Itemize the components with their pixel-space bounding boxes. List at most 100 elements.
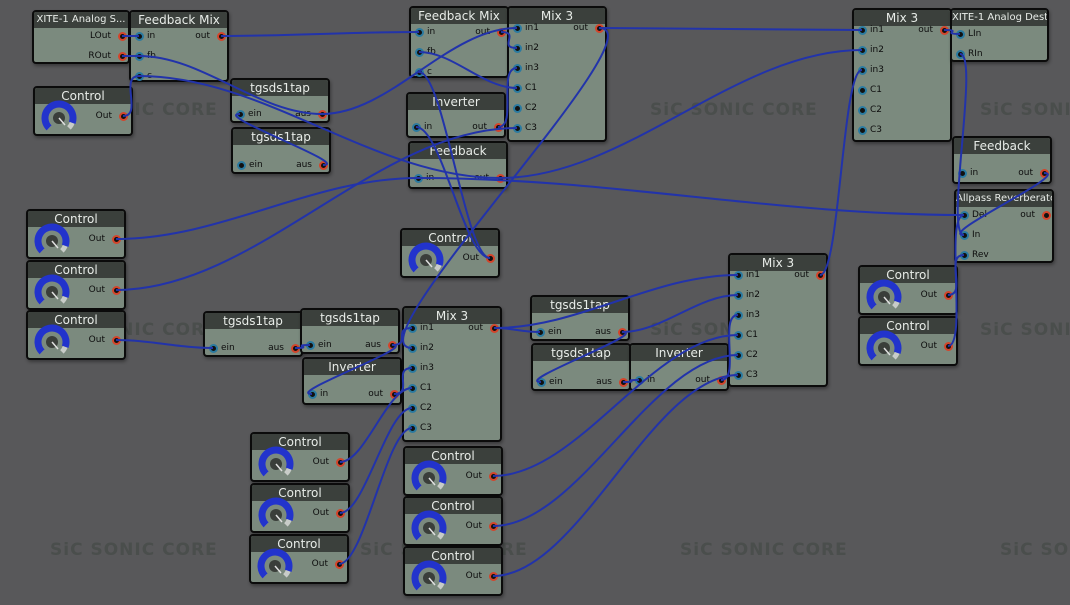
- port-in[interactable]: [733, 330, 743, 340]
- control-knob[interactable]: [34, 274, 70, 310]
- port-out[interactable]: [496, 27, 506, 37]
- module-inverter_b[interactable]: Inverter in out: [302, 357, 402, 405]
- port-in[interactable]: [857, 105, 867, 115]
- module-xite_dest[interactable]: XITE-1 Analog Dest LIn RIn: [950, 8, 1049, 62]
- control-knob[interactable]: [866, 330, 902, 366]
- module-ctrl7[interactable]: Control Out: [858, 316, 958, 366]
- module-ctrl13[interactable]: Control Out: [403, 546, 503, 596]
- port-out[interactable]: [111, 234, 121, 244]
- module-ctrl12[interactable]: Control Out: [403, 496, 503, 546]
- module-ctrl6[interactable]: Control Out: [858, 265, 958, 315]
- module-ctrl3[interactable]: Control Out: [26, 260, 126, 310]
- module-mix3_b[interactable]: Mix 3 in1 in2 in3 C1 C2 C3 out: [402, 306, 502, 442]
- port-out[interactable]: [334, 559, 344, 569]
- port-in[interactable]: [959, 230, 969, 240]
- control-knob[interactable]: [34, 223, 70, 259]
- module-ctrl1[interactable]: Control Out: [33, 86, 133, 136]
- port-in[interactable]: [733, 350, 743, 360]
- port-out[interactable]: [943, 290, 953, 300]
- port-in[interactable]: [305, 340, 315, 350]
- port-in[interactable]: [733, 290, 743, 300]
- port-in[interactable]: [959, 210, 969, 220]
- port-in[interactable]: [512, 83, 522, 93]
- control-knob[interactable]: [411, 510, 447, 546]
- module-tap_f[interactable]: tgsds1tap ein aus: [531, 343, 631, 391]
- port-in[interactable]: [235, 109, 245, 119]
- port-in[interactable]: [512, 43, 522, 53]
- port-out[interactable]: [111, 335, 121, 345]
- module-tap_b[interactable]: tgsds1tap ein aus: [231, 127, 331, 174]
- port-in[interactable]: [512, 123, 522, 133]
- module-xite_src[interactable]: XITE-1 Analog S... LOut ROut: [32, 10, 130, 64]
- patch-wire[interactable]: [220, 31, 420, 37]
- module-tap_e[interactable]: tgsds1tap ein aus: [530, 295, 630, 341]
- port-in[interactable]: [411, 122, 421, 132]
- control-knob[interactable]: [258, 497, 294, 533]
- port-in[interactable]: [955, 29, 965, 39]
- port-in[interactable]: [959, 250, 969, 260]
- port-out[interactable]: [387, 340, 397, 350]
- port-out[interactable]: [118, 111, 128, 121]
- port-in[interactable]: [208, 343, 218, 353]
- port-in[interactable]: [857, 25, 867, 35]
- port-in[interactable]: [536, 377, 546, 387]
- port-out[interactable]: [815, 270, 825, 280]
- module-inverter_c[interactable]: Inverter in out: [629, 343, 729, 391]
- control-knob[interactable]: [408, 242, 444, 278]
- port-in[interactable]: [407, 343, 417, 353]
- port-out[interactable]: [493, 122, 503, 132]
- port-in[interactable]: [414, 67, 424, 77]
- module-ctrl5[interactable]: Control Out: [400, 228, 500, 278]
- port-out[interactable]: [389, 389, 399, 399]
- port-out[interactable]: [1039, 168, 1049, 178]
- control-knob[interactable]: [258, 446, 294, 482]
- port-in[interactable]: [857, 125, 867, 135]
- module-tap_d[interactable]: tgsds1tap ein aus: [300, 308, 400, 354]
- port-out[interactable]: [117, 51, 127, 61]
- port-in[interactable]: [134, 51, 144, 61]
- port-in[interactable]: [407, 383, 417, 393]
- port-out[interactable]: [495, 173, 505, 183]
- port-out[interactable]: [489, 323, 499, 333]
- port-out[interactable]: [488, 471, 498, 481]
- port-in[interactable]: [413, 173, 423, 183]
- port-out[interactable]: [488, 571, 498, 581]
- port-out[interactable]: [216, 31, 226, 41]
- port-in[interactable]: [512, 23, 522, 33]
- module-ctrl2[interactable]: Control Out: [26, 209, 126, 259]
- port-in[interactable]: [955, 49, 965, 59]
- port-out[interactable]: [290, 343, 300, 353]
- port-out[interactable]: [939, 25, 949, 35]
- patch-canvas[interactable]: SiC SONIC CORE SiC SONIC CORE SiC SONIC CO…: [0, 0, 1070, 605]
- control-knob[interactable]: [411, 560, 447, 596]
- port-out[interactable]: [716, 375, 726, 385]
- port-in[interactable]: [512, 63, 522, 73]
- port-in[interactable]: [733, 370, 743, 380]
- patch-wire[interactable]: [115, 339, 214, 349]
- port-in[interactable]: [307, 389, 317, 399]
- port-out[interactable]: [485, 253, 495, 263]
- module-ctrl8[interactable]: Control Out: [250, 432, 350, 482]
- port-out[interactable]: [1041, 210, 1051, 220]
- port-out[interactable]: [617, 327, 627, 337]
- control-knob[interactable]: [41, 100, 77, 136]
- port-in[interactable]: [236, 160, 246, 170]
- patch-wire[interactable]: [115, 177, 419, 240]
- port-in[interactable]: [407, 403, 417, 413]
- port-out[interactable]: [335, 508, 345, 518]
- port-in[interactable]: [512, 103, 522, 113]
- module-mix3_c[interactable]: Mix 3 in1 in2 in3 C1 C2 C3 out: [728, 253, 828, 387]
- port-in[interactable]: [134, 31, 144, 41]
- module-mix3_a[interactable]: Mix 3 in1 in2 in3 C1 C2 C3 out: [507, 6, 607, 142]
- control-knob[interactable]: [866, 279, 902, 315]
- module-feedback_a[interactable]: Feedback in out: [408, 141, 508, 189]
- module-ctrl10[interactable]: Control Out: [249, 534, 349, 584]
- port-out[interactable]: [117, 31, 127, 41]
- control-knob[interactable]: [411, 460, 447, 496]
- port-in[interactable]: [857, 65, 867, 75]
- port-in[interactable]: [957, 168, 967, 178]
- port-in[interactable]: [733, 270, 743, 280]
- module-tap_a[interactable]: tgsds1tap ein aus: [230, 78, 330, 123]
- module-tap_c[interactable]: tgsds1tap ein aus: [203, 311, 303, 357]
- port-out[interactable]: [618, 377, 628, 387]
